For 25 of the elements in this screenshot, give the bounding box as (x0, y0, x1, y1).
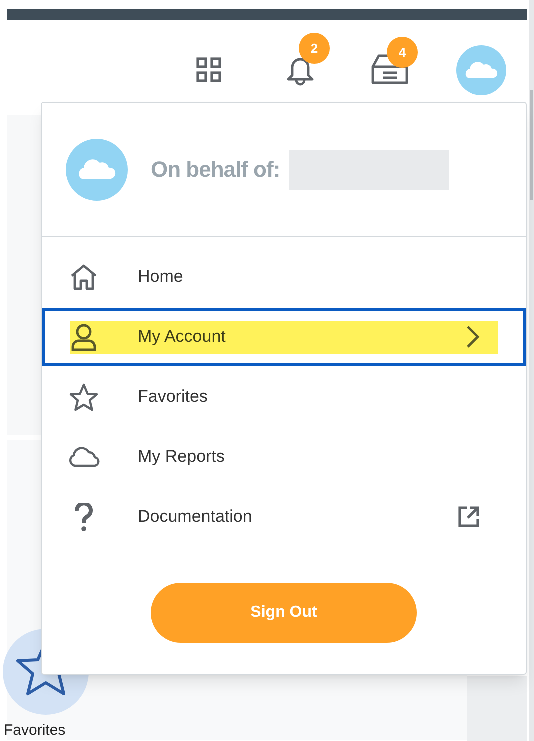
external-link-icon (458, 506, 480, 528)
menu-item-label: Favorites (138, 386, 209, 408)
menu-item-label: Home (138, 266, 184, 288)
menu-item-label: My Reports (138, 446, 226, 468)
menu-item[interactable]: Home (42, 247, 526, 307)
menu-item-label: Documentation (138, 506, 254, 528)
chevron-right-icon (466, 325, 480, 349)
menu-item[interactable]: My Account (42, 308, 526, 366)
menu-item[interactable]: Documentation (42, 487, 526, 547)
menu-item[interactable]: Favorites (42, 367, 526, 427)
on-behalf-label: On behalf of: (151, 156, 280, 184)
scrollbar[interactable] (530, 90, 533, 200)
tile-label: Favorites (4, 722, 66, 739)
menu-item[interactable]: My Reports (42, 427, 526, 487)
cloud-icon (68, 446, 100, 468)
apps-grid-icon[interactable] (196, 57, 222, 83)
question-icon (74, 502, 94, 532)
notification-badge: 4 (387, 37, 418, 68)
person-icon (70, 323, 98, 351)
menu-item-label: My Account (138, 326, 227, 348)
avatar-cloud-icon (66, 138, 128, 200)
home-icon (69, 263, 99, 291)
notifications-bell-icon[interactable] (287, 58, 314, 86)
star-icon (69, 382, 99, 412)
notification-badge: 2 (299, 33, 330, 64)
